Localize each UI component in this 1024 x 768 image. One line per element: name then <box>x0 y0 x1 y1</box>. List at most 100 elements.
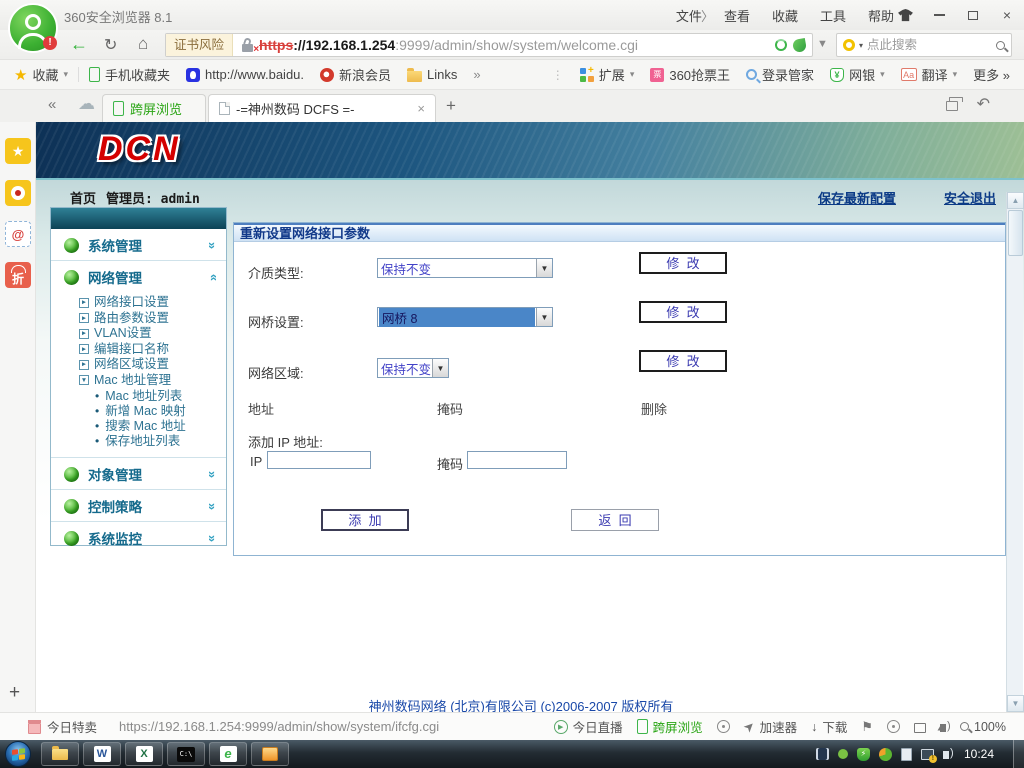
status-dot-icon[interactable] <box>837 749 848 759</box>
taskbar-browser-button[interactable]: e <box>209 742 247 766</box>
mask-input[interactable] <box>467 451 567 469</box>
reopen-closed-tab-icon[interactable]: ↶ <box>977 94 990 114</box>
nav-item-vlan-settings[interactable]: ► VLAN设置 <box>79 326 226 342</box>
scroll-up-icon[interactable]: ▲ <box>1007 192 1024 209</box>
download-button[interactable]: ↓ 下载 <box>811 717 847 736</box>
compat-mode-icon[interactable] <box>791 37 808 53</box>
scroll-down-icon[interactable]: ▼ <box>1007 695 1024 712</box>
sidebar-favorites-icon[interactable]: ★ <box>5 138 31 164</box>
taskbar-explorer-button[interactable] <box>41 742 79 766</box>
report-flag-icon[interactable]: ⚑ <box>861 719 873 735</box>
translate-button[interactable]: Aa 翻译 ▾ <box>893 65 966 84</box>
minimize-button[interactable] <box>922 1 956 29</box>
new-tab-button[interactable]: + <box>446 96 456 116</box>
sidebar-add-icon[interactable]: + <box>9 682 20 704</box>
nav-item-mac-management[interactable]: ▼ Mac 地址管理 <box>79 373 226 389</box>
sidebar-shopping-icon[interactable]: 折 <box>5 262 31 288</box>
nav-item-routing-params[interactable]: ► 路由参数设置 <box>79 311 226 327</box>
ip-input[interactable] <box>267 451 371 469</box>
more-tools-button[interactable]: 更多 » <box>965 65 1024 84</box>
address-dropdown-icon[interactable]: ▼ <box>817 38 828 50</box>
taskbar-excel-button[interactable]: X <box>125 742 163 766</box>
accelerator-button[interactable]: ➤ 加速器 <box>740 717 797 736</box>
skin-theme-icon[interactable] <box>888 1 922 29</box>
chevron-expand-icon[interactable]: » <box>205 470 220 477</box>
tab-list-icon[interactable] <box>946 97 963 111</box>
bookmark-mobile-favorites[interactable]: 手机收藏夹 <box>81 65 178 84</box>
tab-cross-screen[interactable]: 跨屏浏览 <box>102 94 206 122</box>
certificate-risk-badge[interactable]: 证书风险 <box>166 34 234 56</box>
tab-close-icon[interactable]: × <box>417 101 425 116</box>
bookmarks-overflow-icon[interactable]: » <box>465 67 488 82</box>
nav-item-mac-list[interactable]: • Mac 地址列表 <box>95 389 226 404</box>
nav-item-interface-settings[interactable]: ► 网络接口设置 <box>79 295 226 311</box>
sidebar-section-network[interactable]: 网络管理 » <box>51 260 226 292</box>
bookmark-sina[interactable]: 新浪会员 <box>312 65 399 84</box>
search-engine-icon[interactable] <box>843 39 855 51</box>
menu-view[interactable]: 查看 <box>724 6 750 25</box>
modify-zone-button[interactable]: 修 改 <box>639 350 727 372</box>
cross-screen-button[interactable]: 跨屏浏览 <box>636 717 703 736</box>
save-config-link[interactable]: 保存最新配置 <box>818 188 896 207</box>
sidebar-weibo-icon[interactable] <box>5 180 31 206</box>
taskbar-clock[interactable]: 10:24 <box>964 747 994 761</box>
bookmark-links-folder[interactable]: Links <box>399 67 465 82</box>
address-bar[interactable]: 证书风险 × https ://192.168.1.254 :9999/admi… <box>165 33 813 57</box>
close-button[interactable]: × <box>990 1 1024 29</box>
search-input[interactable] <box>867 38 992 52</box>
mute-speaker-icon[interactable] <box>940 720 951 732</box>
network-warning-icon[interactable] <box>920 748 937 763</box>
live-stream-button[interactable]: ▶ 今日直播 <box>553 717 623 736</box>
modify-bridge-button[interactable]: 修 改 <box>639 301 727 323</box>
speed-mode-icon[interactable] <box>775 39 787 51</box>
login-manager-button[interactable]: 登录管家 <box>738 65 822 84</box>
clipboard-tray-icon[interactable] <box>900 747 912 761</box>
ticket-grabber-button[interactable]: 票 360抢票王 <box>642 65 738 84</box>
nav-item-add-mac-mapping[interactable]: • 新增 Mac 映射 <box>95 404 226 419</box>
sidebar-section-objects[interactable]: 对象管理 » <box>51 458 226 489</box>
back-button[interactable]: 返 回 <box>571 509 659 531</box>
collapse-tabs-icon[interactable]: « <box>48 96 56 113</box>
maximize-button[interactable] <box>956 1 990 29</box>
online-banking-button[interactable]: ¥ 网银 ▾ <box>822 65 893 84</box>
antivirus-tray-icon[interactable] <box>878 747 892 761</box>
volume-icon[interactable] <box>942 747 954 759</box>
add-button[interactable]: 添 加 <box>321 509 409 531</box>
nav-item-search-mac[interactable]: • 搜索 Mac 地址 <box>95 419 226 434</box>
sidebar-section-monitor[interactable]: 系统监控 » <box>51 521 226 553</box>
page-scrollbar[interactable]: ▲ ▼ <box>1006 192 1024 712</box>
nav-item-network-zone[interactable]: ► 网络区域设置 <box>79 357 226 373</box>
media-type-select[interactable]: 保持不变 ▼ <box>377 258 553 278</box>
media-tray-icon[interactable] <box>815 748 829 760</box>
start-button[interactable] <box>5 741 31 767</box>
bridge-select[interactable]: 网桥 8 ▼ <box>377 307 553 327</box>
nav-item-save-address-list[interactable]: • 保存地址列表 <box>95 434 226 449</box>
chevron-expand-icon[interactable]: » <box>205 241 220 248</box>
show-desktop-button[interactable] <box>1013 740 1024 768</box>
taskbar-app-button[interactable] <box>251 742 289 766</box>
zoom-control[interactable]: 100% <box>960 720 1006 734</box>
search-engine-caret-icon[interactable]: ▾ <box>859 41 863 50</box>
security-shield-icon[interactable]: ⚡ <box>856 747 870 761</box>
menu-favorites[interactable]: 收藏 <box>772 6 798 25</box>
logout-link[interactable]: 安全退出 <box>944 188 996 207</box>
menu-file[interactable]: 文件 <box>676 6 702 25</box>
extensions-button[interactable]: + 扩展 ▾ <box>572 65 643 84</box>
window-split-icon[interactable] <box>914 722 927 733</box>
zone-select[interactable]: 保持不变 ▼ <box>377 358 449 378</box>
nav-item-edit-interface-name[interactable]: ► 编辑接口名称 <box>79 342 226 358</box>
bookmark-favorites[interactable]: ★ 收藏 ▾ <box>6 65 76 84</box>
menu-tools[interactable]: 工具 <box>820 6 846 25</box>
back-icon[interactable]: ← <box>70 34 88 55</box>
user-avatar[interactable]: ! <box>8 3 58 53</box>
taskbar-word-button[interactable]: W <box>83 742 121 766</box>
taskbar-cmd-button[interactable]: C:\ <box>167 742 205 766</box>
game-mode-icon[interactable] <box>716 720 730 733</box>
chevron-collapse-icon[interactable]: » <box>205 273 220 280</box>
modify-media-type-button[interactable]: 修 改 <box>639 252 727 274</box>
network-mode-icon[interactable] <box>887 720 901 733</box>
search-icon[interactable] <box>996 40 1005 50</box>
sidebar-section-system[interactable]: 系统管理 » <box>51 229 226 260</box>
chevron-expand-icon[interactable]: » <box>205 502 220 509</box>
home-icon[interactable]: ⌂ <box>138 34 148 54</box>
